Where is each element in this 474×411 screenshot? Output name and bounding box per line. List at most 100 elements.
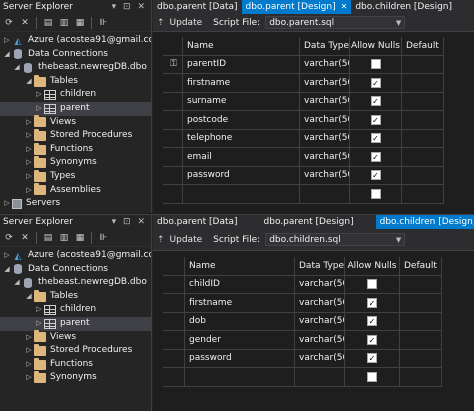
stop-icon[interactable]: ✕ [20, 18, 30, 28]
filter-icon[interactable]: ⊪ [98, 18, 108, 28]
collapse-arrow-icon[interactable]: ◢ [24, 290, 34, 304]
row-selector[interactable] [163, 349, 185, 368]
tab-parent-data[interactable]: dbo.parent [Data] [153, 0, 242, 14]
data-type-cell[interactable]: varchar(50) [295, 331, 345, 350]
column-name-cell[interactable]: password [183, 166, 300, 185]
data-type-cell[interactable] [295, 368, 345, 387]
table-row[interactable] [163, 185, 444, 204]
expand-arrow-icon[interactable]: ▷ [24, 143, 34, 157]
data-type-cell[interactable]: varchar(50) [300, 148, 350, 167]
default-value-cell[interactable] [400, 312, 442, 331]
table-row[interactable]: telephonevarchar(50) ✓ [163, 129, 444, 148]
panel-window-controls[interactable]: ▾ ⊡ ✕ [112, 215, 147, 229]
row-selector[interactable] [163, 166, 183, 185]
allow-nulls-checkbox[interactable] [367, 371, 377, 382]
data-type-cell[interactable]: varchar(50) [300, 166, 350, 185]
tab-parent-design[interactable]: dbo.parent [Design] [260, 215, 358, 229]
column-name-cell[interactable]: childID [185, 275, 295, 294]
column-name-cell[interactable]: gender [185, 331, 295, 350]
tree-node-table-children[interactable]: ▷ children [0, 303, 151, 317]
column-name-cell[interactable]: postcode [183, 111, 300, 130]
tree-node-types[interactable]: ▷ Types [0, 169, 151, 184]
column-name-cell[interactable]: dob [185, 312, 295, 331]
tree-node-table-children[interactable]: ▷ children [0, 88, 151, 102]
column-header-allow-nulls[interactable]: Allow Nulls [350, 37, 402, 56]
connect-server-icon[interactable]: ▥ [59, 233, 69, 243]
expand-arrow-icon[interactable]: ▷ [24, 156, 34, 170]
row-selector[interactable] [163, 185, 183, 204]
update-button[interactable]: Update [170, 235, 203, 245]
data-type-cell[interactable]: varchar(50) [300, 55, 350, 74]
data-type-cell[interactable]: varchar(50) [295, 312, 345, 331]
default-value-cell[interactable] [402, 129, 444, 148]
collapse-arrow-icon[interactable]: ◢ [24, 75, 34, 89]
tree-node-servers[interactable]: ▷ Servers [0, 197, 151, 211]
azure-connect-icon[interactable]: ▦ [75, 233, 85, 243]
row-selector[interactable] [163, 92, 183, 111]
allow-nulls-checkbox[interactable]: ✓ [367, 334, 377, 345]
default-value-cell[interactable] [402, 74, 444, 93]
tree-node-azure[interactable]: ▷ ◭ Azure (acostea91@gmail.co [0, 34, 151, 48]
data-type-cell[interactable]: varchar(50) [300, 74, 350, 93]
default-value-cell[interactable] [400, 275, 442, 294]
expand-arrow-icon[interactable]: ▷ [34, 102, 44, 116]
column-name-cell[interactable]: password [185, 349, 295, 368]
collapse-arrow-icon[interactable]: ◢ [2, 48, 12, 62]
row-selector[interactable] [163, 368, 185, 387]
default-value-cell[interactable] [400, 349, 442, 368]
table-row[interactable]: passwordvarchar(50) ✓ [163, 166, 444, 185]
connect-server-icon[interactable]: ▥ [59, 18, 69, 28]
allow-nulls-checkbox[interactable]: ✓ [370, 133, 381, 144]
update-button[interactable]: Update [170, 18, 203, 28]
collapse-arrow-icon[interactable]: ◢ [12, 61, 22, 75]
tab-parent-data[interactable]: dbo.parent [Data] [153, 215, 242, 229]
tree-node-stored-procedures[interactable]: ▷ Stored Procedures [0, 343, 151, 358]
tree-node-assemblies[interactable]: ▷ Assemblies [0, 183, 151, 198]
expand-arrow-icon[interactable]: ▷ [24, 358, 34, 372]
tree-node-stored-procedures[interactable]: ▷ Stored Procedures [0, 128, 151, 143]
row-selector[interactable] [163, 312, 185, 331]
column-name-cell[interactable]: parentID [183, 55, 300, 74]
table-row[interactable]: postcodevarchar(50) ✓ [163, 111, 444, 130]
data-type-cell[interactable]: varchar(50) [295, 349, 345, 368]
default-value-cell[interactable] [402, 148, 444, 167]
column-name-cell[interactable]: firstname [183, 74, 300, 93]
default-value-cell[interactable] [400, 294, 442, 313]
expand-arrow-icon[interactable]: ▷ [24, 184, 34, 198]
data-type-cell[interactable]: varchar(50) [300, 92, 350, 111]
collapse-arrow-icon[interactable]: ◢ [12, 276, 22, 290]
expand-arrow-icon[interactable]: ▷ [24, 331, 34, 345]
default-value-cell[interactable] [402, 92, 444, 111]
stop-icon[interactable]: ✕ [20, 233, 30, 243]
column-header-name[interactable]: Name [185, 257, 295, 276]
azure-connect-icon[interactable]: ▦ [75, 18, 85, 28]
expand-arrow-icon[interactable]: ▷ [2, 249, 12, 263]
default-value-cell[interactable] [402, 55, 444, 74]
allow-nulls-checkbox[interactable]: ✓ [367, 316, 377, 327]
table-row[interactable]: firstnamevarchar(50) ✓ [163, 74, 444, 93]
row-selector[interactable] [163, 129, 183, 148]
tree-node-tables[interactable]: ◢ Tables [0, 289, 151, 304]
column-name-cell[interactable] [185, 368, 295, 387]
tree-node-functions[interactable]: ▷ Functions [0, 357, 151, 372]
tree-node-functions[interactable]: ▷ Functions [0, 142, 151, 157]
expand-arrow-icon[interactable]: ▷ [24, 129, 34, 143]
tab-children-design[interactable]: dbo.children [Design] [351, 0, 456, 14]
table-row[interactable]: gendervarchar(50) ✓ [163, 331, 442, 350]
connect-database-icon[interactable]: ▤ [43, 233, 53, 243]
table-row[interactable] [163, 368, 442, 387]
tree-node-database[interactable]: ◢ thebeast.newregDB.dbo [0, 61, 151, 75]
column-header-default[interactable]: Default [400, 257, 442, 276]
default-value-cell[interactable] [402, 111, 444, 130]
tree-node-database[interactable]: ◢ thebeast.newregDB.dbo [0, 276, 151, 290]
table-row[interactable]: emailvarchar(50) ✓ [163, 148, 444, 167]
tab-parent-design[interactable]: dbo.parent [Design] ✕ [241, 0, 352, 14]
expand-arrow-icon[interactable]: ▷ [34, 303, 44, 317]
expand-arrow-icon[interactable]: ▷ [24, 344, 34, 358]
expand-arrow-icon[interactable]: ▷ [24, 371, 34, 385]
tab-children-design[interactable]: dbo.children [Design]✕ [375, 215, 474, 229]
row-selector[interactable] [163, 331, 185, 350]
column-header-data-type[interactable]: Data Type [300, 37, 350, 56]
table-row[interactable]: passwordvarchar(50) ✓ [163, 349, 442, 368]
table-row[interactable]: firstnamevarchar(50) ✓ [163, 294, 442, 313]
